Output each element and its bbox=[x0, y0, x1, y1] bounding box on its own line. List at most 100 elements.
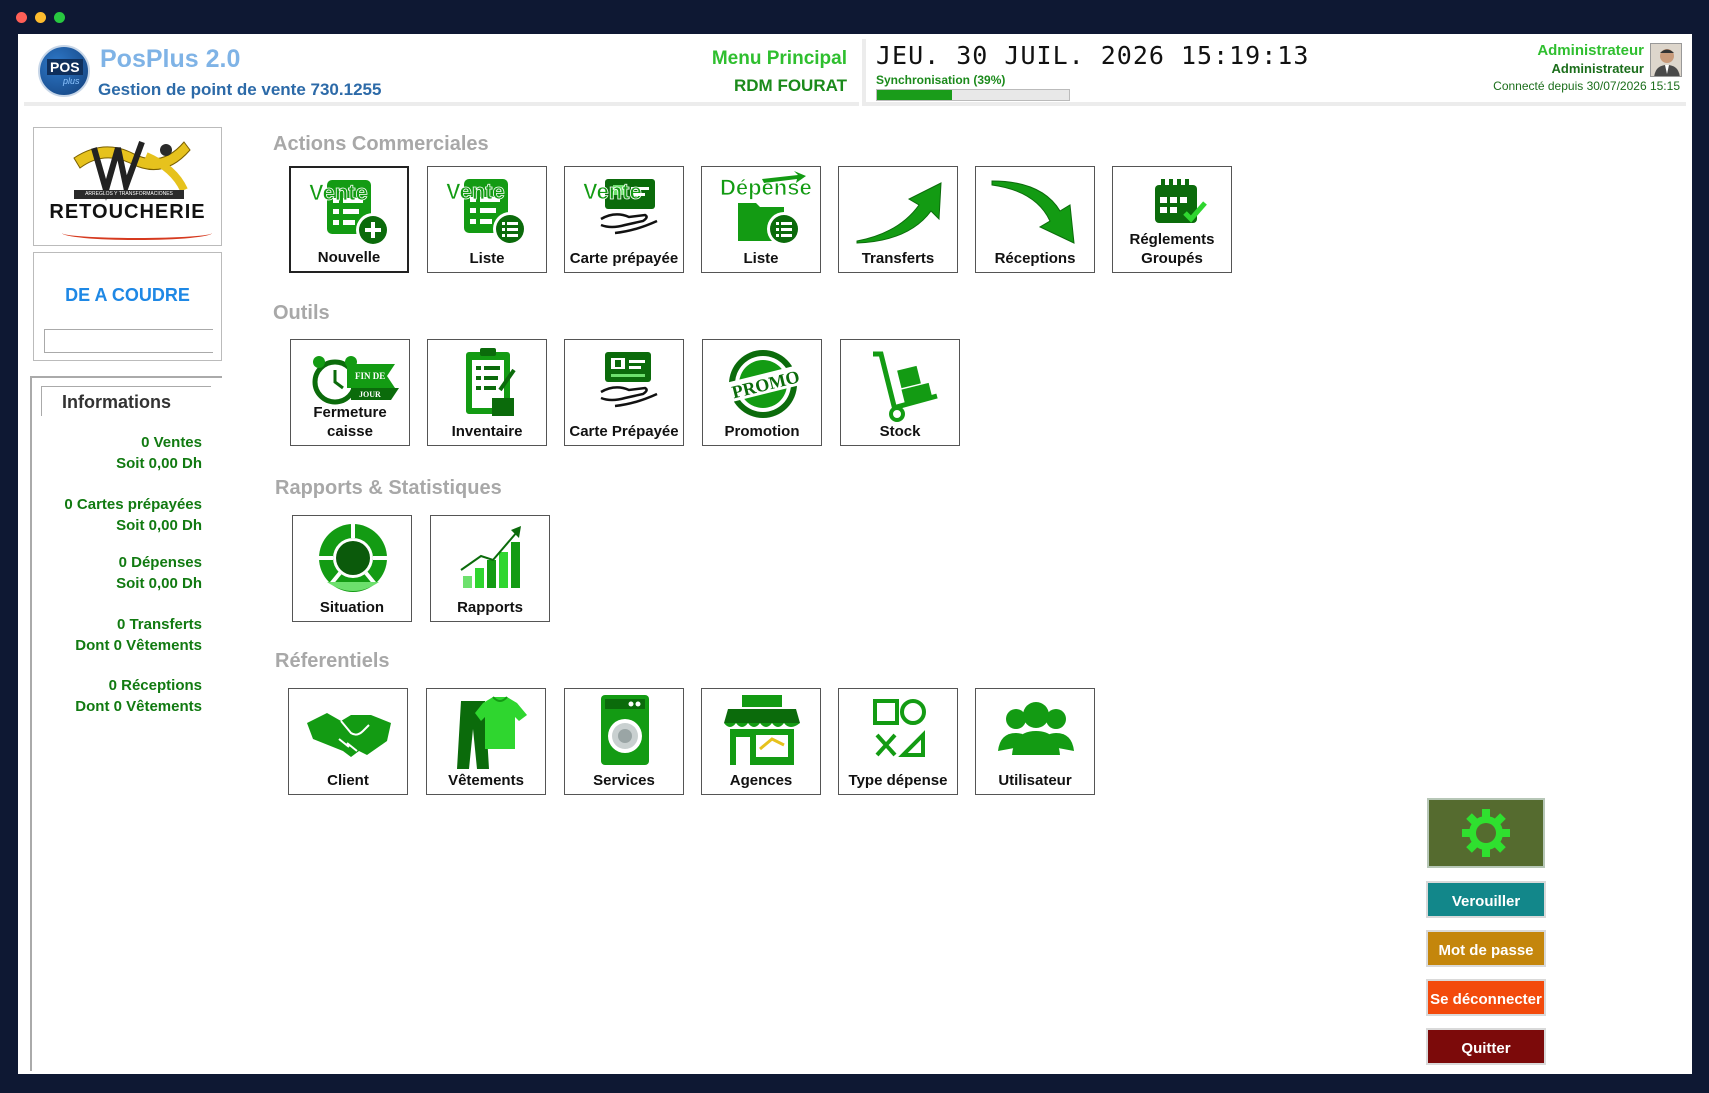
tile-new-sale[interactable]: Vente Nouvelle bbox=[289, 166, 409, 273]
washing-machine-icon bbox=[601, 695, 649, 765]
close-window-dot[interactable] bbox=[16, 12, 27, 23]
user-avatar[interactable] bbox=[1650, 43, 1682, 77]
tile-label: Carte prépayée bbox=[569, 250, 679, 267]
svg-text:Vente: Vente bbox=[583, 179, 642, 204]
hand-truck-icon bbox=[873, 351, 938, 422]
tile-label: Rapports bbox=[457, 599, 523, 616]
info-receptions-clothes: Dont 0 Vêtements bbox=[75, 698, 202, 715]
password-button[interactable]: Mot de passe bbox=[1426, 930, 1546, 967]
reception-arrow-icon bbox=[991, 180, 1075, 244]
header-app-info: POS plus PosPlus 2.0 Gestion de point de… bbox=[24, 39, 859, 106]
signature-scribble bbox=[62, 226, 212, 240]
maximize-window-dot[interactable] bbox=[54, 12, 65, 23]
minimize-window-dot[interactable] bbox=[35, 12, 46, 23]
transfer-arrow-icon bbox=[856, 182, 942, 244]
section-title-actions: Actions Commerciales bbox=[273, 133, 489, 155]
info-title: Informations bbox=[62, 392, 172, 412]
tile-label: Liste bbox=[743, 250, 779, 267]
quit-button[interactable]: Quitter bbox=[1426, 1028, 1546, 1065]
tile-close-register[interactable]: FIN DE JOUR Fermeture caisse bbox=[290, 339, 410, 446]
menu-title: Menu Principal bbox=[711, 48, 847, 69]
tile-label: Liste bbox=[469, 250, 505, 267]
tile-client[interactable]: Client bbox=[288, 688, 408, 795]
lock-button[interactable]: Verouiller bbox=[1426, 881, 1546, 918]
info-expenses-count: 0 Dépenses bbox=[118, 554, 202, 571]
user-role: Administrateur bbox=[1551, 61, 1644, 76]
tile-label: Promotion bbox=[724, 423, 800, 440]
shapes-icon bbox=[873, 699, 926, 757]
tile-label: Nouvelle bbox=[317, 249, 381, 266]
info-panel: Informations 0 Ventes Soit 0,00 Dh 0 Car… bbox=[30, 376, 222, 1071]
store-icon bbox=[724, 695, 800, 765]
tile-label: Vêtements bbox=[448, 772, 524, 789]
tile-label: Utilisateur bbox=[998, 772, 1072, 789]
shop-logo-tagline: ARREGLOS Y TRANSFORMACIONES bbox=[74, 190, 184, 199]
svg-text:JOUR: JOUR bbox=[359, 390, 381, 399]
app-title: PosPlus 2.0 bbox=[100, 45, 241, 73]
tile-label: Fermeture caisse bbox=[313, 404, 387, 440]
tile-inventory[interactable]: Inventaire bbox=[427, 339, 547, 446]
tile-label: Services bbox=[593, 772, 655, 789]
menu-location: RDM FOURAT bbox=[734, 76, 847, 95]
sync-progress-bar bbox=[876, 89, 1070, 101]
info-prepaid-amount: Soit 0,00 Dh bbox=[116, 517, 202, 534]
logo-text: POS bbox=[47, 59, 83, 75]
handshake-icon bbox=[307, 713, 391, 757]
users-icon bbox=[998, 702, 1074, 755]
tile-receptions[interactable]: Réceptions bbox=[975, 166, 1095, 273]
tile-expense-type[interactable]: Type dépense bbox=[838, 688, 958, 795]
info-transfers-clothes: Dont 0 Vêtements bbox=[75, 637, 202, 654]
info-receptions-count: 0 Réceptions bbox=[108, 677, 202, 694]
logo-subtext: plus bbox=[63, 76, 80, 86]
svg-text:Dépense: Dépense bbox=[720, 175, 812, 200]
window-titlebar bbox=[0, 0, 1709, 34]
sync-label: Synchronisation (39%) bbox=[876, 73, 1006, 87]
user-name: Administrateur bbox=[1537, 42, 1644, 59]
tile-label: Carte Prépayée bbox=[569, 423, 679, 440]
header-status: JEU. 30 JUIL. 2026 15:19:13 Synchronisat… bbox=[862, 39, 1686, 106]
tile-prepaid-card-sale[interactable]: Vente Carte prépayée bbox=[564, 166, 684, 273]
agency-name: DE A COUDRE bbox=[65, 285, 190, 305]
section-title-referentials: Réferentiels bbox=[275, 650, 390, 672]
agency-panel: DE A COUDRE bbox=[33, 252, 222, 361]
tile-grouped-payments[interactable]: Réglements Groupés bbox=[1112, 166, 1232, 273]
settings-button[interactable] bbox=[1427, 798, 1545, 868]
tile-agencies[interactable]: Agences bbox=[701, 688, 821, 795]
promo-stamp-icon: PROMO bbox=[723, 350, 803, 418]
app-window: POS plus PosPlus 2.0 Gestion de point de… bbox=[18, 34, 1692, 1074]
shop-logo: ARREGLOS Y TRANSFORMACIONES RETOUCHERIE bbox=[33, 127, 222, 246]
situation-icon bbox=[319, 524, 387, 592]
info-tab: Informations bbox=[41, 386, 211, 416]
shop-brand-name: RETOUCHERIE bbox=[49, 201, 206, 223]
agency-input[interactable] bbox=[44, 329, 213, 353]
tile-sale-list[interactable]: Vente Liste bbox=[427, 166, 547, 273]
svg-text:Vente: Vente bbox=[309, 180, 368, 205]
connected-since: Connecté depuis 30/07/2026 15:15 bbox=[1493, 79, 1680, 93]
tile-label: Type dépense bbox=[848, 772, 948, 789]
tile-label: Réglements Groupés bbox=[1129, 231, 1215, 267]
tile-expense-list[interactable]: Dépense Liste bbox=[701, 166, 821, 273]
sync-progress-fill bbox=[877, 90, 952, 100]
tile-label: Client bbox=[327, 772, 369, 789]
info-transfers-count: 0 Transferts bbox=[116, 616, 202, 633]
prepaid-card-icon bbox=[600, 352, 658, 408]
tile-users[interactable]: Utilisateur bbox=[975, 688, 1095, 795]
svg-text:Vente: Vente bbox=[446, 179, 505, 204]
tile-transfers[interactable]: Transferts bbox=[838, 166, 958, 273]
tile-prepaid-card[interactable]: Carte Prépayée bbox=[564, 339, 684, 446]
expense-list-icon: Dépense bbox=[720, 171, 812, 246]
tile-services[interactable]: Services bbox=[564, 688, 684, 795]
tile-reports[interactable]: Rapports bbox=[430, 515, 550, 622]
logout-button[interactable]: Se déconnecter bbox=[1426, 979, 1546, 1016]
tile-stock[interactable]: Stock bbox=[840, 339, 960, 446]
tile-situation[interactable]: Situation bbox=[292, 515, 412, 622]
tile-promotion[interactable]: PROMO Promotion bbox=[702, 339, 822, 446]
svg-text:FIN DE: FIN DE bbox=[355, 371, 385, 381]
clothes-icon bbox=[457, 696, 527, 769]
tile-label: Inventaire bbox=[451, 423, 523, 440]
info-sales-amount: Soit 0,00 Dh bbox=[116, 455, 202, 472]
app-subtitle: Gestion de point de vente 730.1255 bbox=[98, 80, 382, 99]
sale-new-icon: Vente bbox=[309, 180, 390, 247]
tile-label: Situation bbox=[319, 599, 385, 616]
tile-clothes[interactable]: Vêtements bbox=[426, 688, 546, 795]
